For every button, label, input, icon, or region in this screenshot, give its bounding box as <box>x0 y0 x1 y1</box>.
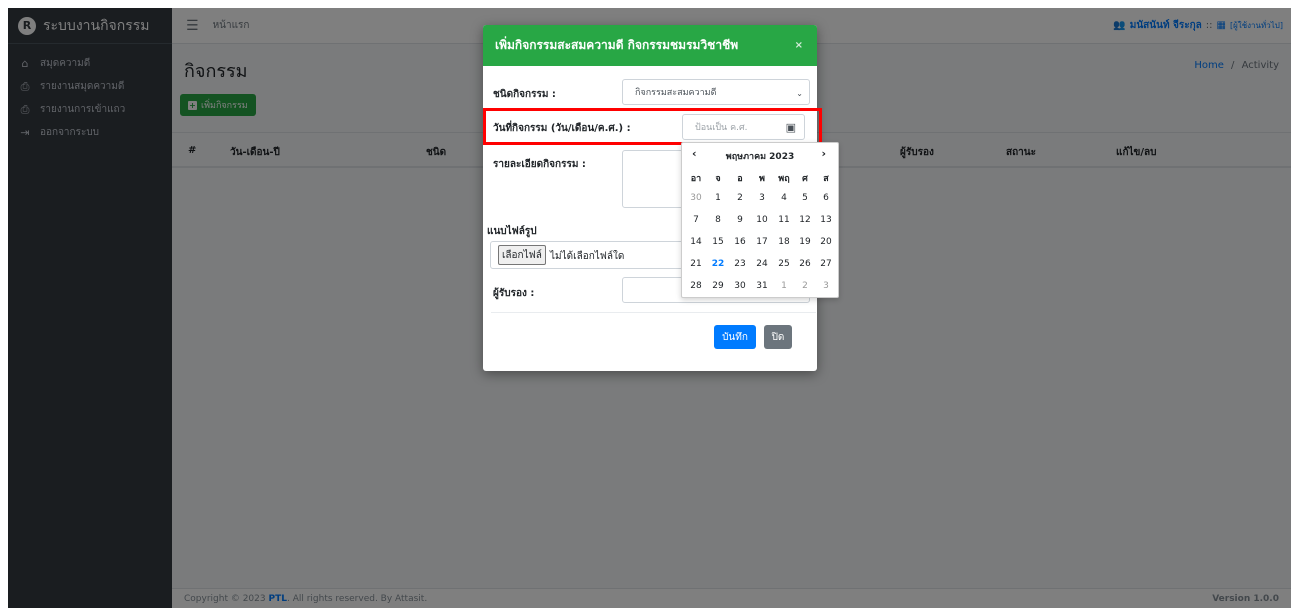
calendar-day[interactable]: 26 <box>795 259 815 269</box>
calendar-day[interactable]: 17 <box>752 237 772 247</box>
date-field-highlight <box>483 108 822 145</box>
choose-file-button[interactable]: เลือกไฟล์ <box>498 245 546 265</box>
file-status-text: ไม่ได้เลือกไฟล์ใด <box>550 251 625 262</box>
calendar-day[interactable]: 22 <box>708 259 728 269</box>
calendar-day[interactable]: 27 <box>816 259 836 269</box>
calendar-month-title[interactable]: พฤษภาคม 2023 <box>682 149 838 163</box>
calendar-day[interactable]: 31 <box>752 281 772 291</box>
calendar-day[interactable]: 9 <box>730 215 750 225</box>
calendar-day[interactable]: 30 <box>686 193 706 203</box>
calendar-day[interactable]: 20 <box>816 237 836 247</box>
calendar-day[interactable]: 8 <box>708 215 728 225</box>
activity-type-select[interactable]: กิจกรรมสะสมความดี ⌄ <box>622 79 810 105</box>
modal-title: เพิ่มกิจกรรมสะสมความดี กิจกรรมชมรมวิชาชี… <box>495 38 739 52</box>
calendar-day[interactable]: 21 <box>686 259 706 269</box>
approver-label: ผู้รับรอง : <box>493 288 535 299</box>
modal-footer-divider <box>491 312 816 313</box>
calendar-day[interactable]: 30 <box>730 281 750 291</box>
modal-header: เพิ่มกิจกรรมสะสมความดี กิจกรรมชมรมวิชาชี… <box>483 25 817 66</box>
calendar-day[interactable]: 29 <box>708 281 728 291</box>
calendar-day[interactable]: 18 <box>774 237 794 247</box>
calendar-weekday: ส <box>823 174 829 184</box>
calendar-day[interactable]: 5 <box>795 193 815 203</box>
modal-close-icon[interactable]: × <box>795 40 803 51</box>
calendar-day[interactable]: 2 <box>795 281 815 291</box>
chevron-down-icon: ⌄ <box>796 89 803 98</box>
calendar-day[interactable]: 16 <box>730 237 750 247</box>
calendar-day[interactable]: 7 <box>686 215 706 225</box>
file-upload-label: แนบไฟล์รูป <box>487 226 537 237</box>
activity-detail-textarea[interactable] <box>622 150 688 208</box>
close-button[interactable]: ปิด <box>764 325 792 349</box>
calendar-day[interactable]: 12 <box>795 215 815 225</box>
calendar-day[interactable]: 24 <box>752 259 772 269</box>
calendar-weekday: พฤ <box>778 174 790 184</box>
calendar-day[interactable]: 14 <box>686 237 706 247</box>
activity-detail-label: รายละเอียดกิจกรรม : <box>493 159 586 170</box>
calendar-header: ‹ พฤษภาคม 2023 › <box>682 147 838 163</box>
calendar-weekday: จ <box>715 174 721 184</box>
calendar-day[interactable]: 10 <box>752 215 772 225</box>
calendar-day[interactable]: 6 <box>816 193 836 203</box>
calendar-day[interactable]: 1 <box>708 193 728 203</box>
calendar-weekday: ศ <box>802 174 808 184</box>
calendar-day[interactable]: 3 <box>816 281 836 291</box>
calendar-day[interactable]: 2 <box>730 193 750 203</box>
activity-type-label: ชนิดกิจกรรม : <box>493 89 556 100</box>
save-button[interactable]: บันทึก <box>714 325 756 349</box>
calendar-day[interactable]: 3 <box>752 193 772 203</box>
calendar-day[interactable]: 25 <box>774 259 794 269</box>
calendar-next-month-icon[interactable]: › <box>821 147 826 160</box>
calendar-day[interactable]: 4 <box>774 193 794 203</box>
calendar-weekday: อ <box>737 174 743 184</box>
calendar-day[interactable]: 28 <box>686 281 706 291</box>
calendar-day[interactable]: 19 <box>795 237 815 247</box>
calendar-day[interactable]: 23 <box>730 259 750 269</box>
date-picker-calendar: ‹ พฤษภาคม 2023 › อาจอพพฤศส 30 1 2 3 4 5 6 7 8 9 10 1… <box>681 142 839 298</box>
calendar-day[interactable]: 1 <box>774 281 794 291</box>
calendar-day[interactable]: 13 <box>816 215 836 225</box>
calendar-day[interactable]: 15 <box>708 237 728 247</box>
calendar-day[interactable]: 11 <box>774 215 794 225</box>
calendar-weekday: พ <box>759 174 765 184</box>
activity-type-value: กิจกรรมสะสมความดี <box>635 88 717 98</box>
calendar-weekday: อา <box>690 174 702 184</box>
